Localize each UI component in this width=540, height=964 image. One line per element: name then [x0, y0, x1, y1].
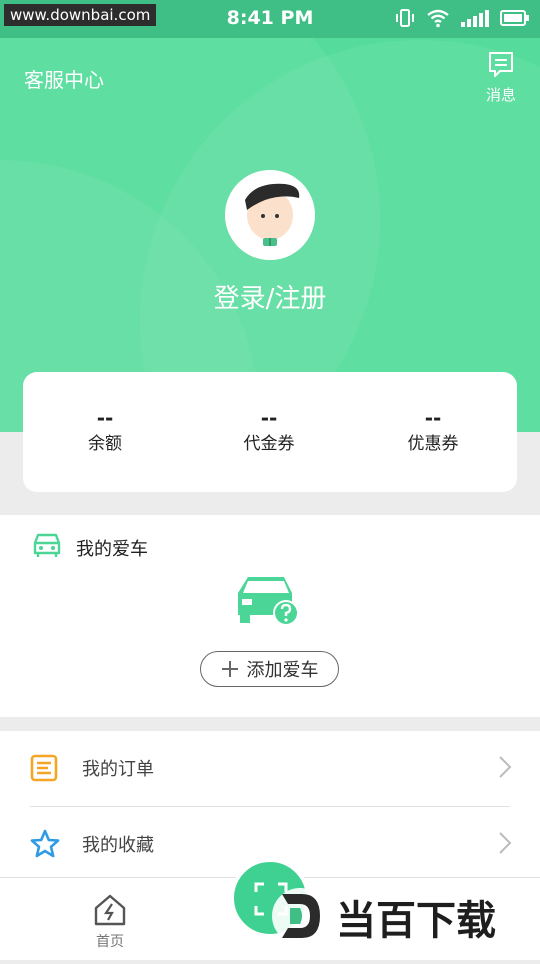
brand-logo: 当百下载 [272, 888, 496, 944]
login-register-link[interactable]: 登录/注册 [0, 278, 540, 315]
default-avatar-icon [225, 170, 315, 260]
home-icon [94, 894, 126, 926]
orders-icon [30, 754, 58, 782]
coupon-item[interactable]: -- 优惠券 [353, 406, 513, 458]
vibrate-icon [396, 9, 414, 27]
balance-label: 余额 [88, 434, 122, 454]
messages-label: 消息 [485, 86, 516, 104]
message-icon [488, 52, 513, 77]
orders-label: 我的订单 [82, 759, 154, 780]
voucher-value: -- [260, 406, 278, 430]
brand-watermark: 当百下载 [268, 872, 540, 960]
status-bar: www.downbai.com 8:41 PM [0, 0, 540, 38]
coupon-value: -- [424, 406, 442, 430]
wifi-icon [427, 9, 449, 28]
menu-list: 我的订单 我的收藏 [0, 731, 540, 877]
home-label: 首页 [96, 934, 124, 950]
add-car-label: 添加爱车 [246, 660, 319, 681]
voucher-item[interactable]: -- 代金券 [189, 406, 349, 458]
chevron-right-icon [499, 756, 512, 778]
car-front-icon [33, 533, 61, 557]
plus-icon [221, 661, 238, 677]
favorites-label: 我的收藏 [82, 835, 154, 856]
customer-service-link[interactable]: 客服中心 [24, 64, 104, 93]
balance-value: -- [96, 406, 114, 430]
balance-item[interactable]: -- 余额 [25, 406, 185, 458]
battery-icon [500, 10, 529, 26]
star-icon [30, 829, 60, 858]
brand-text: 当百下载 [336, 898, 496, 944]
car-question-icon [238, 577, 299, 626]
menu-item-orders[interactable]: 我的订单 [0, 731, 540, 807]
avatar[interactable] [225, 170, 315, 260]
add-car-button[interactable]: 添加爱车 [200, 651, 339, 687]
wallet-card: -- 余额 -- 代金券 -- 优惠券 [23, 372, 517, 492]
coupon-label: 优惠券 [407, 434, 459, 454]
my-cars-title: 我的爱车 [76, 539, 148, 560]
status-icons [394, 8, 530, 28]
chevron-right-icon [499, 832, 512, 854]
messages-button[interactable]: 消息 [486, 50, 516, 105]
voucher-label: 代金券 [243, 434, 295, 454]
tab-home[interactable]: 首页 [80, 893, 140, 951]
my-cars-section: 我的爱车 添加爱车 [0, 515, 540, 717]
signal-icon [461, 10, 489, 27]
